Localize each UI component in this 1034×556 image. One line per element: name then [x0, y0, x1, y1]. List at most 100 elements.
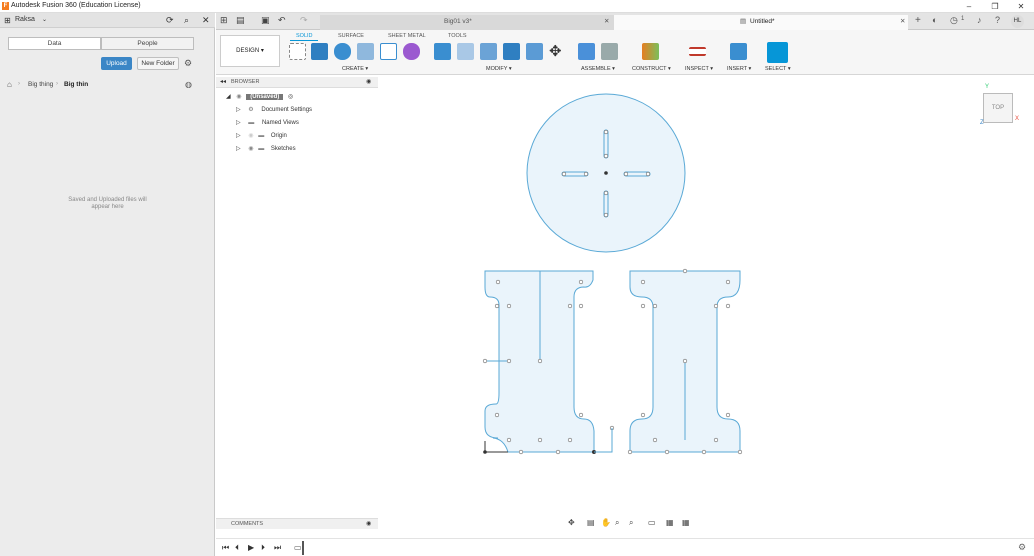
- center-point[interactable]: [604, 171, 608, 175]
- clock-icon[interactable]: ◷: [950, 15, 958, 26]
- tab-surface[interactable]: SURFACE: [338, 33, 364, 39]
- design-canvas[interactable]: [378, 75, 1034, 515]
- view-cube-face[interactable]: TOP: [992, 105, 1004, 111]
- expand-arrow-icon[interactable]: ▷: [236, 120, 241, 126]
- refresh-icon[interactable]: ⟳: [166, 15, 174, 26]
- play-icon[interactable]: ▶: [248, 543, 254, 552]
- hole-icon[interactable]: [357, 43, 374, 60]
- help-icon[interactable]: ?: [995, 15, 1000, 25]
- zoom-window-icon[interactable]: ⌕: [615, 518, 619, 528]
- eye-hidden-icon[interactable]: ◉: [248, 133, 253, 139]
- tab-solid[interactable]: SOLID: [296, 33, 313, 39]
- chamfer-icon[interactable]: [480, 43, 497, 60]
- pan-icon[interactable]: ✋: [601, 518, 611, 527]
- first-step-icon[interactable]: ⏮: [222, 543, 229, 553]
- expand-arrow-icon[interactable]: ▷: [236, 133, 241, 139]
- combine-icon[interactable]: [526, 43, 543, 60]
- timeline-marker[interactable]: [302, 541, 304, 555]
- pattern-icon[interactable]: [380, 43, 397, 60]
- last-step-icon[interactable]: ⏭: [274, 543, 281, 553]
- joint-icon[interactable]: [601, 43, 618, 60]
- browser-item[interactable]: ▷ ◉ ▬ Origin: [236, 130, 287, 142]
- previous-step-icon[interactable]: ⏴: [235, 543, 239, 553]
- eye-icon[interactable]: ◉: [236, 94, 241, 100]
- gear-icon[interactable]: ⚙: [184, 58, 192, 69]
- expand-arrow-icon[interactable]: ▷: [236, 146, 241, 152]
- create-sketch-icon[interactable]: [289, 43, 306, 60]
- tab-data[interactable]: Data: [8, 37, 101, 50]
- file-icon[interactable]: ▤: [236, 15, 245, 26]
- comments-panel[interactable]: COMMENTS ◉: [216, 518, 378, 529]
- new-component-icon[interactable]: [578, 43, 595, 60]
- select-icon[interactable]: [767, 42, 788, 63]
- sketch-feature-icon[interactable]: ▭: [294, 543, 302, 552]
- form-icon[interactable]: [403, 43, 420, 60]
- sketch-edge[interactable]: [594, 428, 613, 453]
- zoom-icon[interactable]: ⌕: [629, 518, 633, 528]
- activate-radio-icon[interactable]: ◎: [288, 94, 293, 100]
- insert-image-icon[interactable]: [730, 43, 747, 60]
- close-panel-icon[interactable]: ✕: [202, 15, 210, 26]
- grid-settings-icon[interactable]: ▦: [666, 518, 674, 527]
- offset-plane-icon[interactable]: [642, 43, 659, 60]
- close-tab-icon[interactable]: ✕: [900, 15, 905, 29]
- tab-tools[interactable]: TOOLS: [448, 33, 467, 39]
- tab-people[interactable]: People: [101, 37, 194, 50]
- press-pull-icon[interactable]: [434, 43, 451, 60]
- gear-icon[interactable]: ⚙: [1018, 542, 1026, 553]
- grid-icon[interactable]: ⊞: [4, 16, 11, 25]
- home-icon[interactable]: ⌂: [7, 80, 12, 89]
- maximize-button[interactable]: ❐: [988, 1, 1002, 12]
- search-icon[interactable]: ⌕: [184, 15, 189, 26]
- collapse-icon[interactable]: ◂◂: [220, 78, 226, 85]
- breadcrumb-item[interactable]: Big thing: [28, 81, 53, 88]
- workspace-switcher[interactable]: DESIGN ▾: [220, 35, 280, 67]
- pin-icon[interactable]: ◉: [366, 520, 371, 527]
- job-status-icon[interactable]: ◐: [932, 15, 937, 25]
- close-tab-icon[interactable]: ✕: [604, 15, 609, 29]
- team-icon[interactable]: ◍: [185, 80, 192, 89]
- extrude-icon[interactable]: [311, 43, 328, 60]
- redo-icon[interactable]: ↷: [300, 15, 308, 26]
- look-at-icon[interactable]: ▤: [587, 518, 595, 527]
- view-cube[interactable]: TOP: [983, 93, 1013, 123]
- fillet-icon[interactable]: [457, 43, 474, 60]
- upload-button[interactable]: Upload: [101, 57, 132, 70]
- tab-sheet-metal[interactable]: SHEET METAL: [388, 33, 426, 39]
- expand-icon[interactable]: ◢: [226, 94, 231, 100]
- eye-icon[interactable]: ◉: [248, 146, 253, 152]
- assemble-menu[interactable]: ASSEMBLE ▾: [581, 66, 615, 72]
- insert-menu[interactable]: INSERT ▾: [727, 66, 751, 72]
- modify-menu[interactable]: MODIFY ▾: [486, 66, 512, 72]
- create-menu[interactable]: CREATE ▾: [342, 66, 368, 72]
- minimize-button[interactable]: –: [962, 1, 976, 12]
- browser-item[interactable]: ▷ ◉ ▬ Sketches: [236, 143, 296, 155]
- chevron-down-icon[interactable]: ⌄: [42, 16, 47, 23]
- next-step-icon[interactable]: ⏵: [261, 543, 265, 553]
- browser-item[interactable]: ▷ ⚙ Document Settings: [236, 104, 312, 116]
- inspect-menu[interactable]: INSPECT ▾: [685, 66, 713, 72]
- pin-icon[interactable]: ◉: [366, 78, 371, 85]
- undo-icon[interactable]: ↶: [278, 15, 286, 26]
- user-avatar[interactable]: HL: [1011, 15, 1024, 28]
- move-icon[interactable]: ✥: [549, 42, 562, 60]
- browser-item[interactable]: ▷ ▬ Named Views: [236, 117, 299, 129]
- save-icon[interactable]: ▣: [261, 15, 270, 26]
- construct-menu[interactable]: CONSTRUCT ▾: [632, 66, 671, 72]
- new-tab-icon[interactable]: +: [915, 15, 921, 26]
- shell-icon[interactable]: [503, 43, 520, 60]
- viewports-icon[interactable]: ▦: [682, 518, 690, 527]
- doc-tab-untitled[interactable]: ▤ Untitled* ✕: [614, 15, 908, 30]
- display-settings-icon[interactable]: ▭: [648, 518, 656, 527]
- doc-tab-big01[interactable]: Big01 v3* ✕: [320, 15, 614, 30]
- close-button[interactable]: ✕: [1014, 1, 1028, 12]
- browser-root[interactable]: ◢ ◉ (Unsaved) ◎: [226, 91, 293, 103]
- select-menu[interactable]: SELECT ▾: [765, 66, 791, 72]
- grid-icon[interactable]: ⊞: [220, 15, 228, 26]
- expand-arrow-icon[interactable]: ▷: [236, 107, 241, 113]
- new-folder-button[interactable]: New Folder: [137, 57, 179, 70]
- revolve-icon[interactable]: [334, 43, 351, 60]
- measure-icon[interactable]: [689, 47, 706, 56]
- orbit-icon[interactable]: ✥: [568, 518, 575, 527]
- bell-icon[interactable]: ♪: [977, 15, 982, 25]
